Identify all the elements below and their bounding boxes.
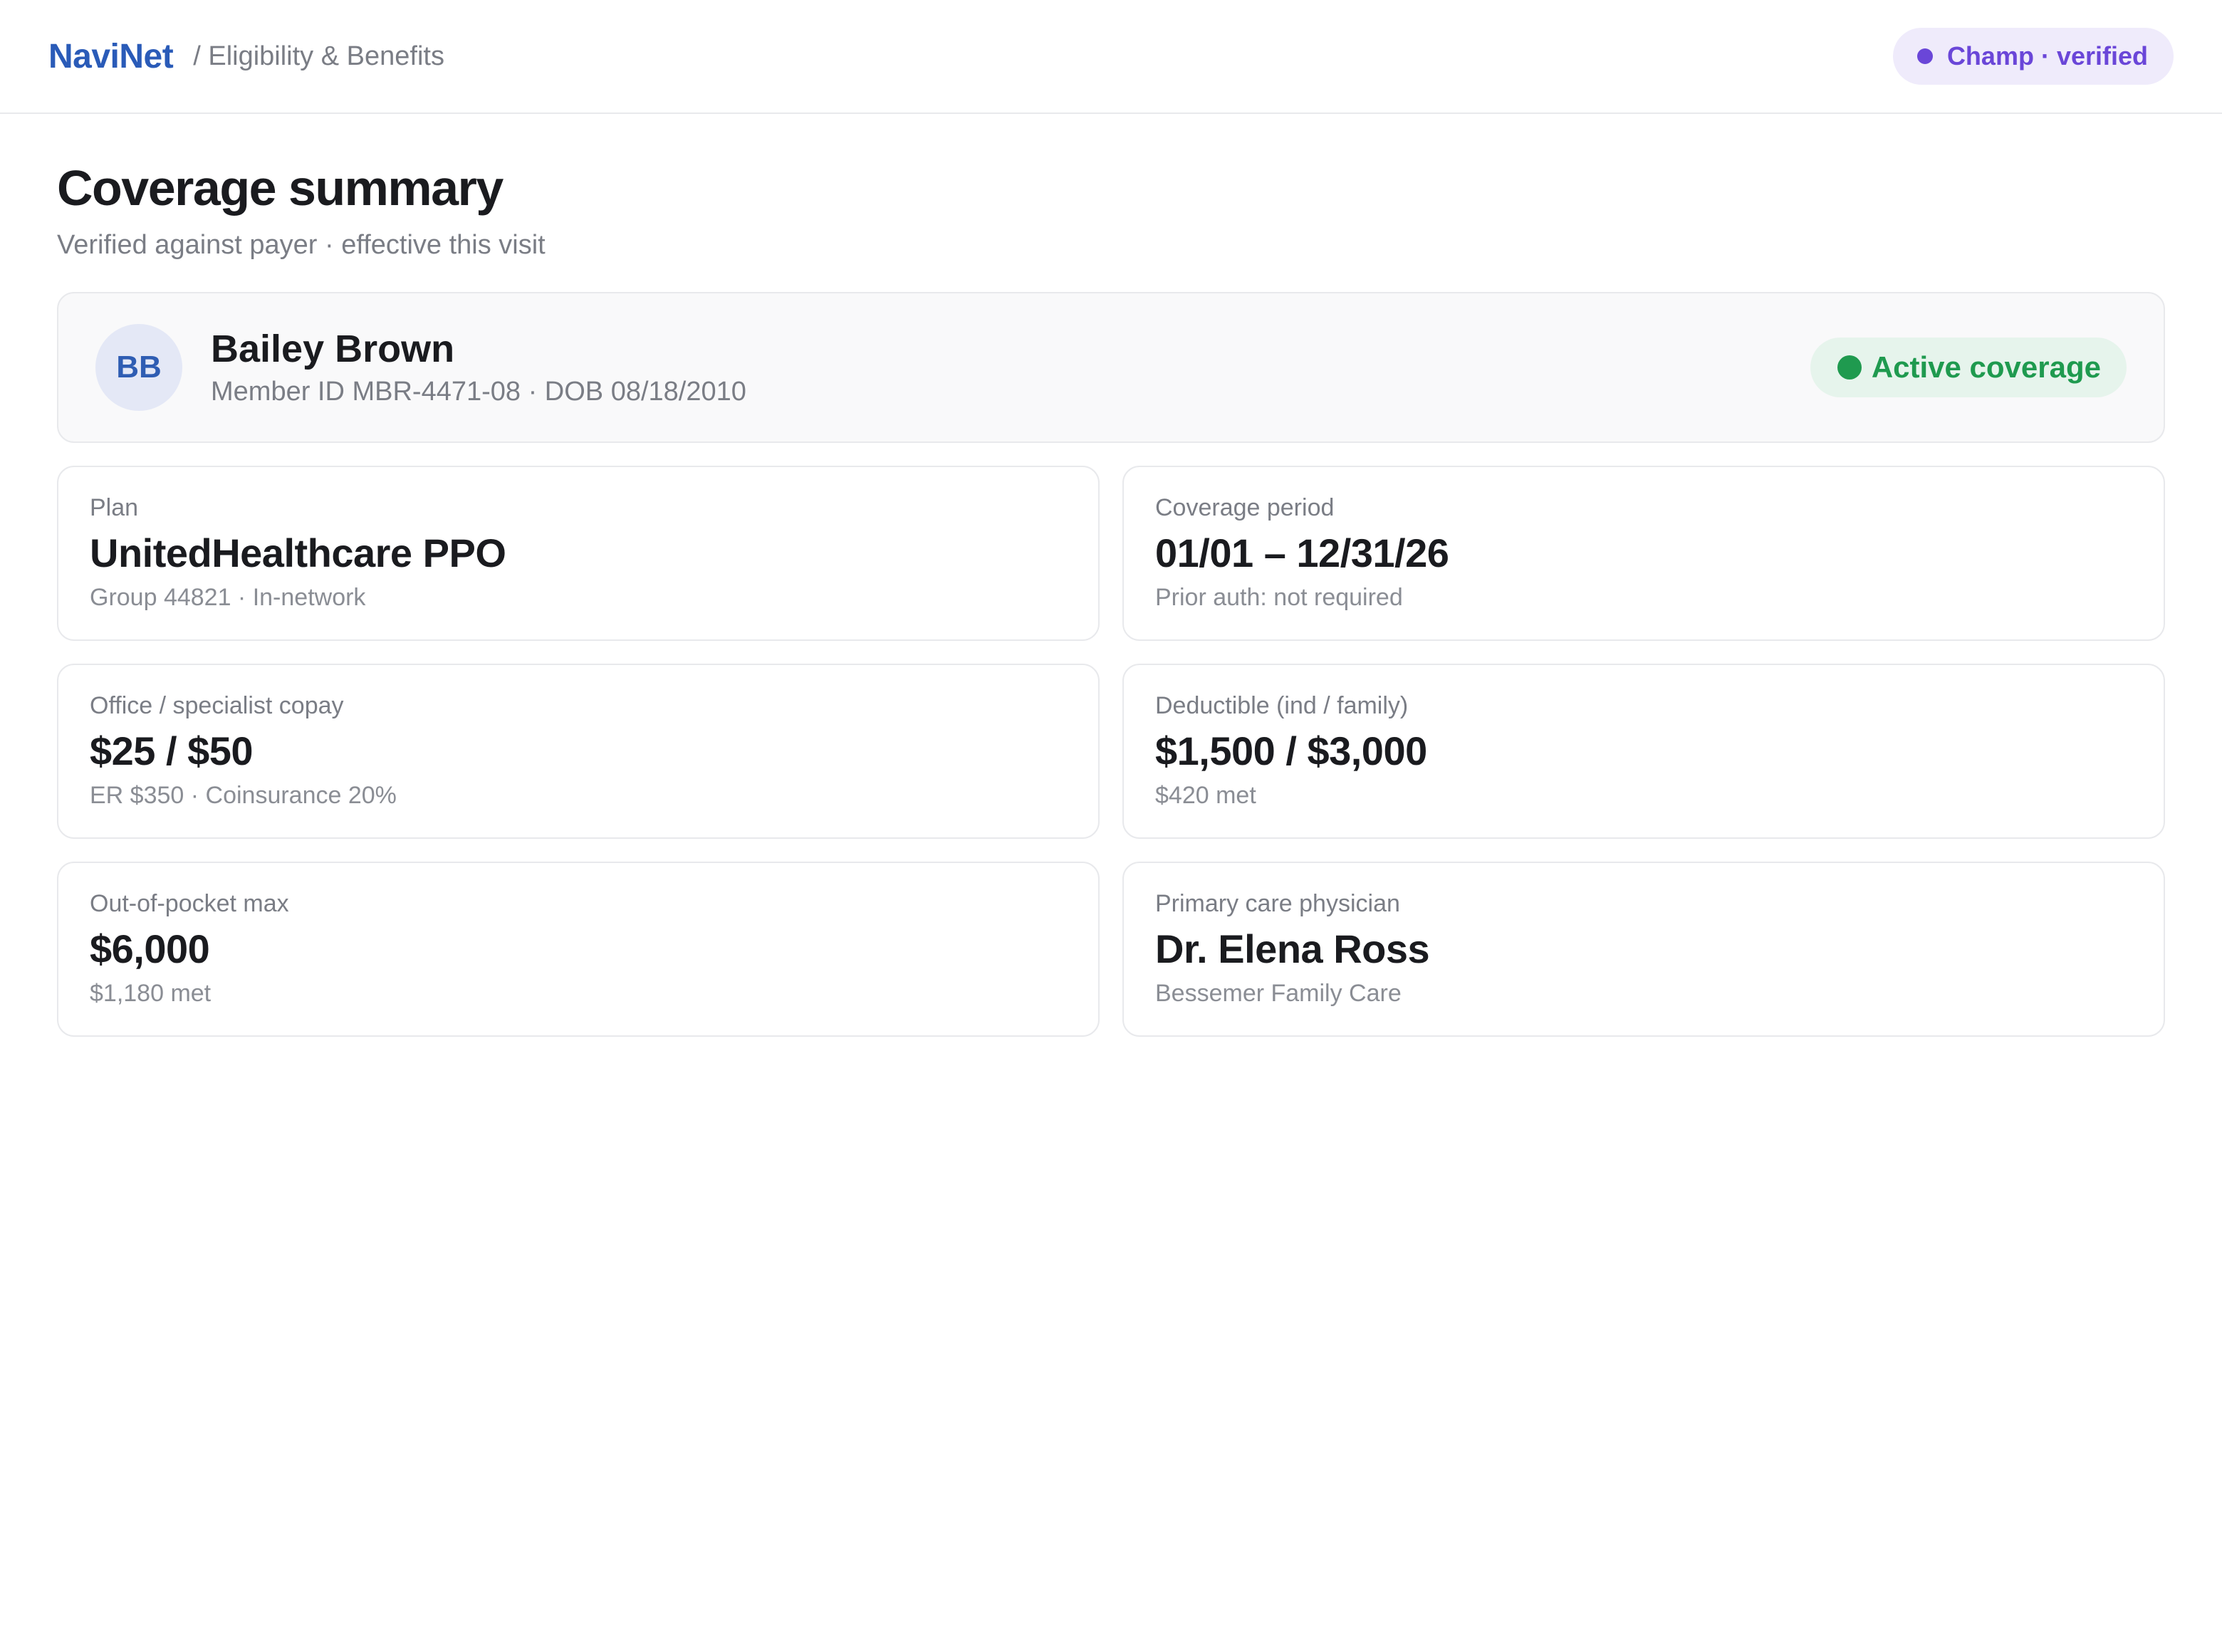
tile-copay: Office / specialist copay $25 / $50 ER $… [57,664,1100,839]
tile-sub: Bessemer Family Care [1155,980,1402,1007]
tile-value: $25 / $50 [90,728,254,773]
avatar: BB [95,324,182,411]
verification-badge-label: Champ · verified [1946,41,2148,70]
tile-deductible: Deductible (ind / family) $1,500 / $3,00… [1122,664,2165,839]
tile-value: $6,000 [90,926,210,971]
member-info: Bailey Brown Member ID MBR-4471-08 · DOB… [211,327,746,408]
tile-sub: ER $350 · Coinsurance 20% [90,782,397,809]
tile-sub: Group 44821 · In-network [90,584,366,611]
tile-sub: Prior auth: not required [1155,584,1403,611]
tile-sub: $420 met [1155,782,1256,809]
tile-plan: Plan UnitedHealthcare PPO Group 44821 · … [57,466,1100,641]
tile-coverage-period: Coverage period 01/01 – 12/31/26 Prior a… [1122,466,2165,641]
member-name: Bailey Brown [211,328,455,370]
tile-label: Coverage period [1155,494,1335,521]
tile-label: Plan [90,494,139,521]
tile-label: Out-of-pocket max [90,890,289,917]
top-bar: NaviNet / Eligibility & Benefits Champ ·… [0,0,2222,114]
verification-badge: Champ · verified [1892,28,2174,85]
page-subtitle: Verified against payer · effective this … [57,230,546,260]
tile-label: Office / specialist copay [90,692,344,719]
page-title: Coverage summary [57,160,504,216]
member-meta: Member ID MBR-4471-08 · DOB 08/18/2010 [211,377,746,407]
status-dot-icon [1916,48,1933,64]
member-card: BB Bailey Brown Member ID MBR-4471-08 · … [57,292,2165,443]
tile-value: $1,500 / $3,000 [1155,728,1427,773]
tile-label: Primary care physician [1155,890,1400,917]
tile-value: UnitedHealthcare PPO [90,530,506,575]
status-dot-icon [1837,355,1862,380]
tile-value: 01/01 – 12/31/26 [1155,530,1449,575]
tile-primary-care-physician: Primary care physician Dr. Elena Ross Be… [1122,862,2165,1037]
brand-logo[interactable]: NaviNet [48,37,174,76]
coverage-grid: Plan UnitedHealthcare PPO Group 44821 · … [57,466,2165,1037]
tile-out-of-pocket-max: Out-of-pocket max $6,000 $1,180 met [57,862,1100,1037]
breadcrumb: / Eligibility & Benefits [193,41,444,71]
main-content: Coverage summary Verified against payer … [57,114,2165,1037]
coverage-status-badge: Active coverage [1810,338,2127,397]
tile-sub: $1,180 met [90,980,212,1007]
tile-label: Deductible (ind / family) [1155,692,1409,719]
tile-value: Dr. Elena Ross [1155,926,1430,971]
coverage-status-label: Active coverage [1871,350,2101,384]
